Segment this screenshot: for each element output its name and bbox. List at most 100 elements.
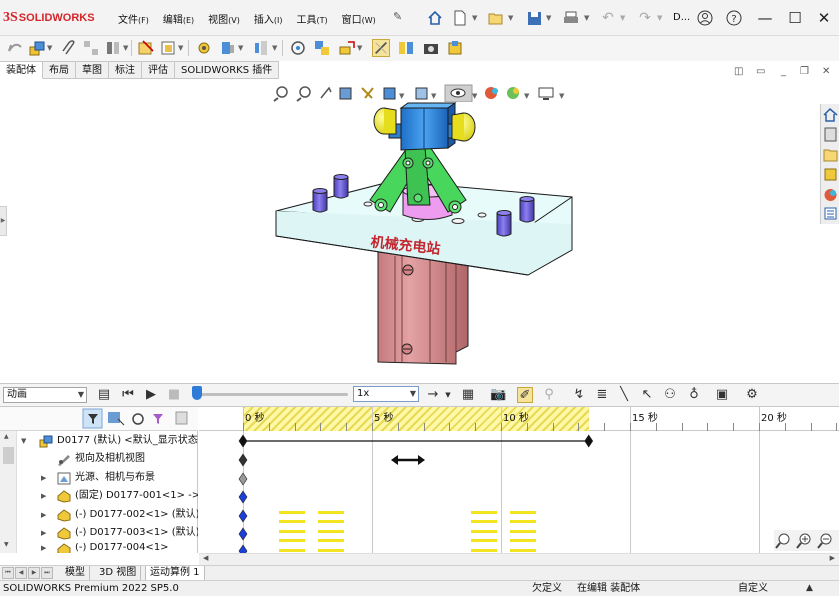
menu-window[interactable]: 窗口(W)	[342, 11, 376, 26]
help-icon[interactable]: ?	[725, 9, 743, 27]
show-hidden-icon[interactable]	[159, 39, 177, 57]
document-name[interactable]: D...	[673, 12, 690, 23]
tab-evaluate[interactable]: 评估	[142, 61, 175, 79]
start-keyframe[interactable]	[238, 434, 248, 448]
tree-item-root[interactable]: ▼ D0177 (默认) <默认_显示状态	[17, 432, 198, 450]
tree-scroll-thumb[interactable]	[3, 447, 14, 464]
hide-show-dropdown-icon[interactable]: ▼	[472, 92, 478, 100]
appearances-icon[interactable]	[824, 189, 837, 201]
reference-dropdown-icon[interactable]: ▼	[238, 44, 243, 52]
tab-sketch[interactable]: 草图	[76, 61, 109, 79]
part-change-bar[interactable]	[471, 520, 497, 523]
expand-icon[interactable]: ▶	[41, 524, 46, 542]
tree-item-part-002[interactable]: ▶ (-) D0177-002<1> (默认)	[17, 506, 198, 524]
part-change-bar[interactable]	[510, 530, 536, 533]
part-change-bar[interactable]	[510, 549, 536, 552]
pin-icon[interactable]: ✎	[393, 10, 402, 23]
menu-file[interactable]: 文件(F)	[118, 11, 149, 26]
open-dropdown-icon[interactable]: ▼	[508, 14, 513, 22]
scroll-right-icon[interactable]: ▶	[830, 554, 835, 562]
filter-results-icon[interactable]	[153, 414, 163, 424]
edit-appearance-icon[interactable]	[485, 87, 498, 99]
motion-dropdown-icon[interactable]: ▼	[272, 44, 277, 52]
feature-manager-handle[interactable]: ▶	[0, 206, 7, 236]
zoom-to-fit-icon[interactable]	[775, 533, 790, 549]
tree-item-part-004[interactable]: ▶ (-) D0177-004<1>	[17, 543, 198, 553]
part-change-bar[interactable]	[318, 549, 344, 552]
part-change-bar[interactable]	[510, 511, 536, 514]
print-dropdown-icon[interactable]: ▼	[584, 14, 589, 22]
autosort-icon[interactable]	[175, 411, 188, 425]
solidworks-logo[interactable]: 3S SOLIDWORKS	[3, 9, 95, 27]
menu-view[interactable]: 视图(V)	[208, 11, 240, 26]
reference-geometry-icon[interactable]	[219, 39, 237, 57]
play-icon[interactable]: ▶	[143, 387, 159, 403]
playback-slider-thumb[interactable]	[192, 386, 202, 400]
part-change-bar[interactable]	[318, 539, 344, 542]
tab-solidworks-addins[interactable]: SOLIDWORKS 插件	[175, 61, 280, 79]
results-and-plots-icon[interactable]: ▣	[714, 387, 730, 403]
maximize-icon[interactable]: ☐	[783, 6, 807, 30]
redo-dropdown-icon[interactable]: ▼	[657, 14, 662, 22]
playback-mode-dropdown-icon[interactable]: ▼	[440, 387, 456, 403]
playback-speed-select[interactable]: 1x ▼	[353, 386, 419, 402]
redo-icon[interactable]: ↷	[636, 9, 654, 27]
menu-tools[interactable]: 工具(T)	[296, 11, 327, 26]
section-view-icon[interactable]	[339, 87, 352, 100]
linear-pattern-icon[interactable]	[82, 39, 100, 57]
add-update-key-icon[interactable]: ⚲	[541, 387, 557, 403]
playback-slider-track[interactable]	[196, 393, 348, 396]
part-change-bar[interactable]	[471, 511, 497, 514]
first-tab-icon[interactable]: ⏮	[2, 567, 14, 579]
zoom-out-icon[interactable]	[817, 533, 832, 549]
motion-study-properties-icon[interactable]: ⚙	[744, 387, 760, 403]
viewport-minimize-icon[interactable]: _	[781, 66, 786, 77]
menu-edit[interactable]: 编辑(E)	[163, 11, 194, 26]
part-change-bar[interactable]	[279, 549, 305, 552]
part-change-bar[interactable]	[279, 530, 305, 533]
camera-icon[interactable]	[422, 39, 440, 57]
scroll-down-icon[interactable]: ▼	[4, 541, 9, 548]
solidworks-resources-icon[interactable]	[823, 107, 838, 122]
view-keyframe[interactable]	[238, 453, 248, 467]
viewport-restore-icon[interactable]: ❐	[800, 66, 809, 77]
instant3d-icon[interactable]	[338, 39, 356, 57]
save-dropdown-icon[interactable]: ▼	[546, 14, 551, 22]
tree-item-part-003[interactable]: ▶ (-) D0177-003<1> (默认)	[17, 524, 198, 542]
collapse-icon[interactable]: ▼	[21, 432, 26, 450]
undo-icon[interactable]: ↶	[599, 9, 617, 27]
zoom-to-fit-icon[interactable]	[273, 86, 288, 102]
smart-fasteners-icon[interactable]	[104, 39, 122, 57]
filter-driving-icon[interactable]	[108, 412, 125, 426]
new-motion-study-icon[interactable]	[252, 39, 270, 57]
part-keyframe[interactable]	[238, 490, 248, 504]
contact-icon[interactable]: ⚇	[662, 387, 678, 403]
force-icon[interactable]: ↖	[639, 387, 655, 403]
large-assembly-icon[interactable]	[446, 39, 464, 57]
view-settings-dropdown-icon[interactable]: ▼	[559, 92, 565, 100]
tree-item-part-001[interactable]: ▶ (固定) D0177-001<1> ->	[17, 487, 198, 505]
user-icon[interactable]	[696, 9, 714, 27]
expand-icon[interactable]: ▶	[41, 487, 46, 505]
autokey-icon[interactable]: ✐	[517, 387, 533, 403]
previous-view-icon[interactable]	[320, 86, 332, 99]
part-change-bar[interactable]	[279, 511, 305, 514]
tab-layout[interactable]: 布局	[43, 61, 76, 79]
insert-component-icon[interactable]	[6, 39, 24, 57]
part-change-bar[interactable]	[279, 539, 305, 542]
view-settings-icon[interactable]	[538, 87, 554, 100]
tab-3d-views[interactable]: 3D 视图	[95, 566, 142, 581]
calculate-icon[interactable]: ▤	[96, 387, 112, 403]
home-icon[interactable]	[426, 9, 444, 27]
scroll-up-icon[interactable]: ▲	[4, 433, 9, 440]
study-type-select[interactable]: 动画 ▼	[3, 387, 87, 403]
mate-icon[interactable]	[28, 39, 46, 57]
take-snapshot-icon[interactable]	[397, 39, 415, 57]
motor-icon[interactable]: ↯	[571, 387, 587, 403]
scene-dropdown-icon[interactable]: ▼	[524, 92, 530, 100]
bill-of-materials-icon[interactable]	[289, 39, 307, 57]
units-dropdown-icon[interactable]: ▲	[806, 581, 813, 596]
part-change-bar[interactable]	[471, 549, 497, 552]
part-keyframe[interactable]	[238, 544, 248, 553]
part-change-bar[interactable]	[318, 511, 344, 514]
